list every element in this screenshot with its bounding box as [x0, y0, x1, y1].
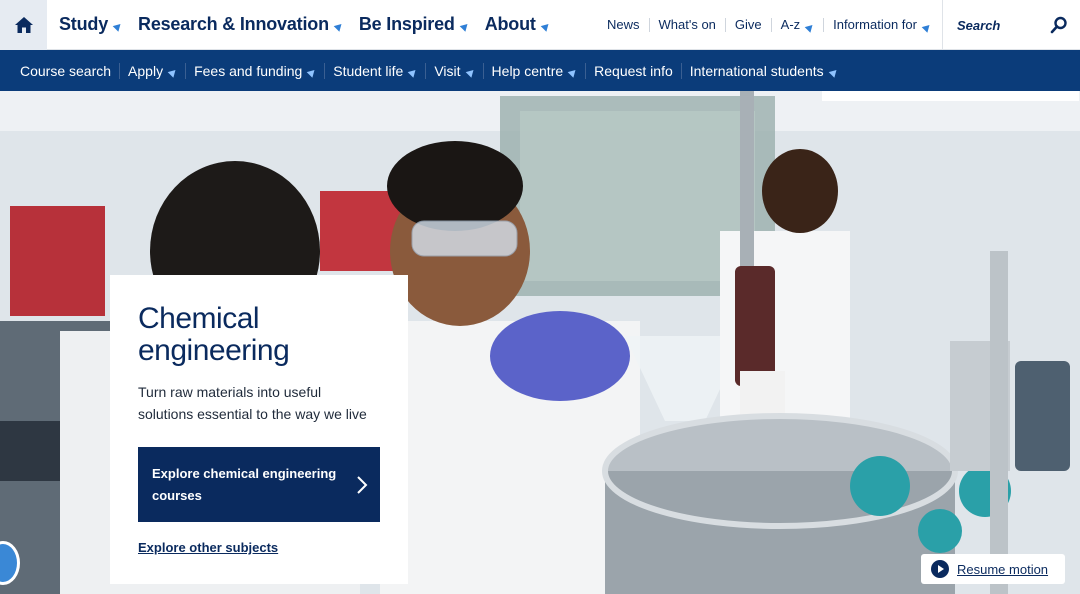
utility-nav-whats-on[interactable]: What's on	[648, 17, 725, 32]
primary-nav-research-innovation[interactable]: Research & Innovation	[138, 14, 345, 35]
primary-nav-label: Research & Innovation	[138, 14, 329, 34]
secondary-nav-apply[interactable]: Apply	[119, 62, 185, 79]
primary-nav-label: Study	[59, 14, 109, 34]
caret-icon	[804, 21, 816, 33]
caret-icon	[921, 21, 933, 33]
utility-nav-label: Information for	[833, 17, 917, 32]
play-icon	[931, 560, 949, 578]
caret-icon	[112, 21, 124, 32]
utility-nav: News What's on Give A-z Information for	[600, 0, 940, 50]
page-title-line1: Chemical	[138, 302, 260, 335]
primary-nav-about[interactable]: About	[484, 14, 551, 35]
caret-icon	[306, 67, 318, 78]
secondary-nav-course-search[interactable]: Course search	[12, 63, 119, 79]
secondary-nav-label: Help centre	[491, 62, 564, 79]
secondary-nav-fees-funding[interactable]: Fees and funding	[185, 62, 324, 79]
secondary-nav: Course search Apply Fees and funding Stu…	[0, 50, 1080, 91]
primary-nav-study[interactable]: Study	[59, 14, 124, 35]
hero-card: Chemical engineering Turn raw materials …	[110, 275, 408, 584]
secondary-nav-student-life[interactable]: Student life	[324, 62, 425, 79]
caret-icon	[333, 21, 345, 32]
caret-icon	[828, 67, 839, 78]
secondary-nav-label: Fees and funding	[194, 62, 303, 79]
dropdown-edge	[822, 91, 1079, 101]
top-header: Study Research & Innovation Be Inspired …	[0, 0, 1080, 50]
secondary-nav-label: Request info	[594, 62, 673, 79]
utility-nav-label: What's on	[658, 17, 716, 32]
resume-motion-label: Resume motion	[957, 561, 1049, 577]
utility-nav-a-z[interactable]: A-z	[770, 17, 824, 33]
utility-nav-label: News	[607, 17, 640, 32]
utility-nav-news[interactable]: News	[600, 18, 649, 32]
secondary-nav-request-info[interactable]: Request info	[585, 62, 681, 79]
search-box	[942, 0, 1080, 50]
search-icon[interactable]	[1050, 16, 1068, 34]
caret-icon	[408, 67, 419, 78]
explore-courses-button[interactable]: Explore chemical engineering courses	[138, 447, 380, 522]
page-title-line2: engineering	[138, 334, 290, 367]
resume-motion-button[interactable]: Resume motion	[921, 554, 1065, 584]
home-button[interactable]	[0, 0, 47, 50]
secondary-nav-label: Apply	[128, 62, 164, 79]
search-input[interactable]	[957, 17, 1047, 33]
utility-nav-give[interactable]: Give	[724, 17, 771, 32]
secondary-nav-help-centre[interactable]: Help centre	[482, 62, 586, 79]
primary-nav-label: About	[484, 14, 536, 34]
caret-icon	[167, 67, 179, 78]
secondary-nav-label: Course search	[20, 62, 112, 79]
home-icon	[14, 16, 33, 33]
primary-nav: Study Research & Innovation Be Inspired …	[59, 14, 566, 35]
secondary-nav-visit[interactable]: Visit	[425, 62, 482, 79]
caret-icon	[465, 67, 476, 78]
caret-icon	[459, 21, 471, 32]
caret-icon	[540, 21, 551, 32]
hero-description: Turn raw materials into useful solutions…	[138, 384, 367, 422]
chevron-right-icon	[357, 476, 368, 494]
explore-courses-label: Explore chemical engineering courses	[152, 465, 337, 503]
secondary-nav-international-students[interactable]: International students	[680, 62, 846, 79]
secondary-nav-label: Student life	[333, 62, 404, 79]
primary-nav-label: Be Inspired	[358, 14, 455, 34]
secondary-nav-label: International students	[689, 62, 824, 79]
page-title: Chemical engineering	[138, 303, 380, 367]
utility-nav-information-for[interactable]: Information for	[823, 17, 940, 33]
primary-nav-be-inspired[interactable]: Be Inspired	[358, 14, 471, 35]
explore-other-subjects-link[interactable]: Explore other subjects	[138, 540, 278, 555]
caret-icon	[567, 67, 579, 78]
secondary-nav-label: Visit	[434, 62, 461, 79]
utility-nav-label: A-z	[780, 17, 801, 32]
utility-nav-label: Give	[734, 17, 762, 32]
